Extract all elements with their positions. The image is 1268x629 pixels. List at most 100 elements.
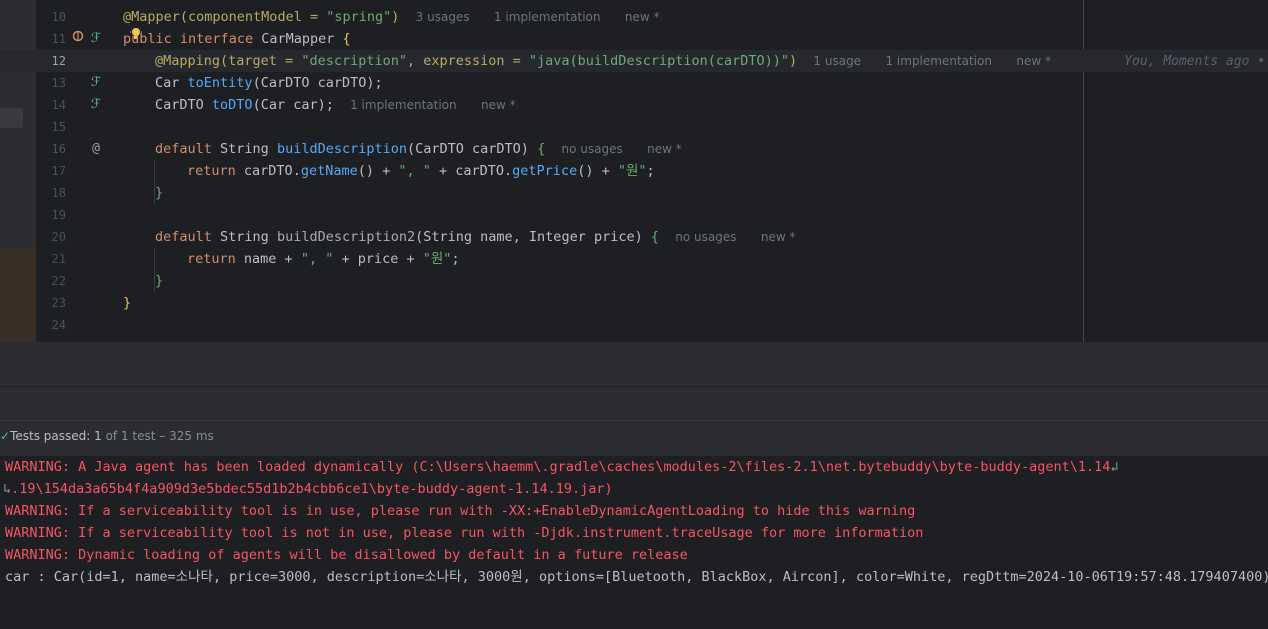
line-number[interactable]: 19 (36, 204, 66, 226)
author-hint[interactable]: new * (625, 10, 660, 24)
author-hint[interactable]: new * (1016, 54, 1051, 68)
author-hint[interactable]: new * (647, 142, 682, 156)
implementation-hint[interactable]: 1 implementation (494, 10, 601, 24)
console-line[interactable]: car : Car(id=1, name=소나타, price=3000, de… (5, 566, 1268, 588)
line-number[interactable]: 16 (36, 138, 66, 160)
code-line-13[interactable]: Car toEntity(CarDTO carDTO); (155, 72, 383, 94)
keyword: return (187, 163, 236, 179)
code-editor[interactable]: 10 11 12 13 14 15 16 17 18 19 20 21 22 2… (0, 0, 1268, 342)
string-literal: "spring" (326, 9, 392, 25)
method-name: buildDescription2 (276, 229, 416, 245)
line-number[interactable]: 10 (36, 6, 66, 28)
brace: { (537, 141, 546, 157)
implementation-hint[interactable]: 1 implementation (350, 98, 457, 112)
console-line[interactable]: WARNING: A Java agent has been loaded dy… (5, 456, 1119, 478)
method-name: buildDescription (276, 141, 408, 157)
code-text: (target = (220, 53, 302, 69)
code-text: , expression = (406, 53, 529, 69)
method-name: toDTO (211, 97, 253, 113)
code-text: ) (391, 9, 400, 25)
author-hint[interactable]: new * (481, 98, 516, 112)
code-line-23[interactable]: } (123, 292, 131, 314)
code-line-22[interactable]: } (155, 270, 163, 292)
method-name: getName (300, 163, 358, 179)
type-name: String (220, 141, 269, 157)
tool-window-selected[interactable] (0, 108, 23, 128)
line-number[interactable]: 18 (36, 182, 66, 204)
annotation: @Mapping (155, 53, 221, 69)
usages-hint[interactable]: 1 usage (813, 54, 861, 68)
line-number[interactable]: 13 (36, 72, 66, 94)
keyword: interface (179, 31, 254, 47)
annotation: @Mapper (123, 9, 180, 25)
git-blame-hint[interactable]: You, Moments ago • Uncommitted changes (1124, 54, 1268, 69)
tests-total: of 1 test (105, 429, 156, 443)
panel-toolbar (0, 386, 1268, 421)
usages-hint[interactable]: 3 usages (416, 10, 470, 24)
line-number[interactable]: 15 (36, 116, 66, 138)
code-text: () + (577, 163, 618, 179)
usages-hint[interactable]: no usages (675, 230, 736, 244)
string-literal: "원" (617, 163, 647, 179)
console-line[interactable]: WARNING: If a serviceability tool is in … (5, 500, 915, 522)
tests-passed-label: Tests passed: (10, 429, 91, 443)
code-text: (CarDTO carDTO); (252, 75, 383, 91)
line-number[interactable]: 23 (36, 292, 66, 314)
console-line[interactable]: ↳.19\154da3a65b4f4a909d3e5bdec55d1b2b4cb… (3, 478, 613, 500)
code-line-11[interactable]: public interface CarMapper { (123, 28, 351, 50)
line-number[interactable]: 12 (36, 50, 66, 72)
code-line-12[interactable]: @Mapping(target = "description", express… (155, 50, 1268, 73)
code-text: ) (789, 53, 798, 69)
code-line-18[interactable]: } (155, 182, 163, 204)
line-number[interactable]: 20 (36, 226, 66, 248)
implemented-method-icon[interactable]: ℱ (89, 94, 103, 116)
string-literal: "java(buildDescription(carDTO))" (528, 53, 789, 69)
line-number[interactable]: 22 (36, 270, 66, 292)
code-line-17[interactable]: return carDTO.getName() + ", " + carDTO.… (187, 160, 655, 182)
code-text: + price + (333, 251, 423, 267)
type-name: Car (155, 75, 180, 91)
code-text: (Car car); (252, 97, 334, 113)
override-icon[interactable]: @ (89, 138, 103, 160)
code-text: name + (243, 251, 301, 267)
debug-icon[interactable] (71, 28, 85, 50)
author-hint[interactable]: new * (761, 230, 796, 244)
line-number[interactable]: 11 (36, 28, 66, 50)
implemented-method-icon[interactable]: ℱ (89, 72, 103, 94)
code-line-10[interactable]: @Mapper(componentModel = "spring") 3 usa… (123, 6, 660, 28)
console-line[interactable]: WARNING: Dynamic loading of agents will … (5, 544, 688, 566)
console-line[interactable]: WARNING: If a serviceability tool is not… (5, 522, 923, 544)
class-name: CarMapper (261, 31, 335, 47)
method-name: getPrice (512, 163, 578, 179)
type-name: CarDTO (155, 97, 204, 113)
tool-window-highlight (0, 248, 36, 342)
code-text: () + (357, 163, 399, 179)
method-name: toEntity (187, 75, 253, 91)
type-name: String (220, 229, 269, 245)
test-status-bar: ✓Tests passed: 1 of 1 test – 325 ms (0, 420, 1268, 458)
implemented-method-icon[interactable]: ℱ (89, 28, 103, 50)
code-text: (componentModel = (179, 9, 327, 25)
tests-duration: – 325 ms (159, 429, 214, 443)
line-number[interactable]: 17 (36, 160, 66, 182)
line-number[interactable]: 24 (36, 314, 66, 336)
string-literal: "description" (301, 53, 407, 69)
check-icon: ✓ (0, 429, 11, 443)
soft-wrap-icon: ↲ (1110, 459, 1119, 475)
line-number[interactable]: 21 (36, 248, 66, 270)
string-literal: "원" (422, 251, 452, 267)
code-line-14[interactable]: CarDTO toDTO(Car car); 1 implementation … (155, 94, 516, 116)
code-line-16[interactable]: default String buildDescription(CarDTO c… (155, 138, 682, 160)
line-number[interactable]: 14 (36, 94, 66, 116)
keyword: return (187, 251, 236, 267)
code-line-21[interactable]: return name + ", " + price + "원"; (187, 248, 460, 270)
usages-hint[interactable]: no usages (561, 142, 622, 156)
console-output[interactable]: WARNING: A Java agent has been loaded dy… (0, 456, 1268, 629)
code-text: carDTO. (243, 163, 301, 179)
string-literal: ", " (398, 163, 431, 179)
code-text: (String name, Integer price) (415, 229, 643, 245)
code-text: (CarDTO carDTO) (407, 141, 529, 157)
implementation-hint[interactable]: 1 implementation (885, 54, 992, 68)
panel-header (0, 342, 1268, 386)
code-line-20[interactable]: default String buildDescription2(String … (155, 226, 796, 248)
